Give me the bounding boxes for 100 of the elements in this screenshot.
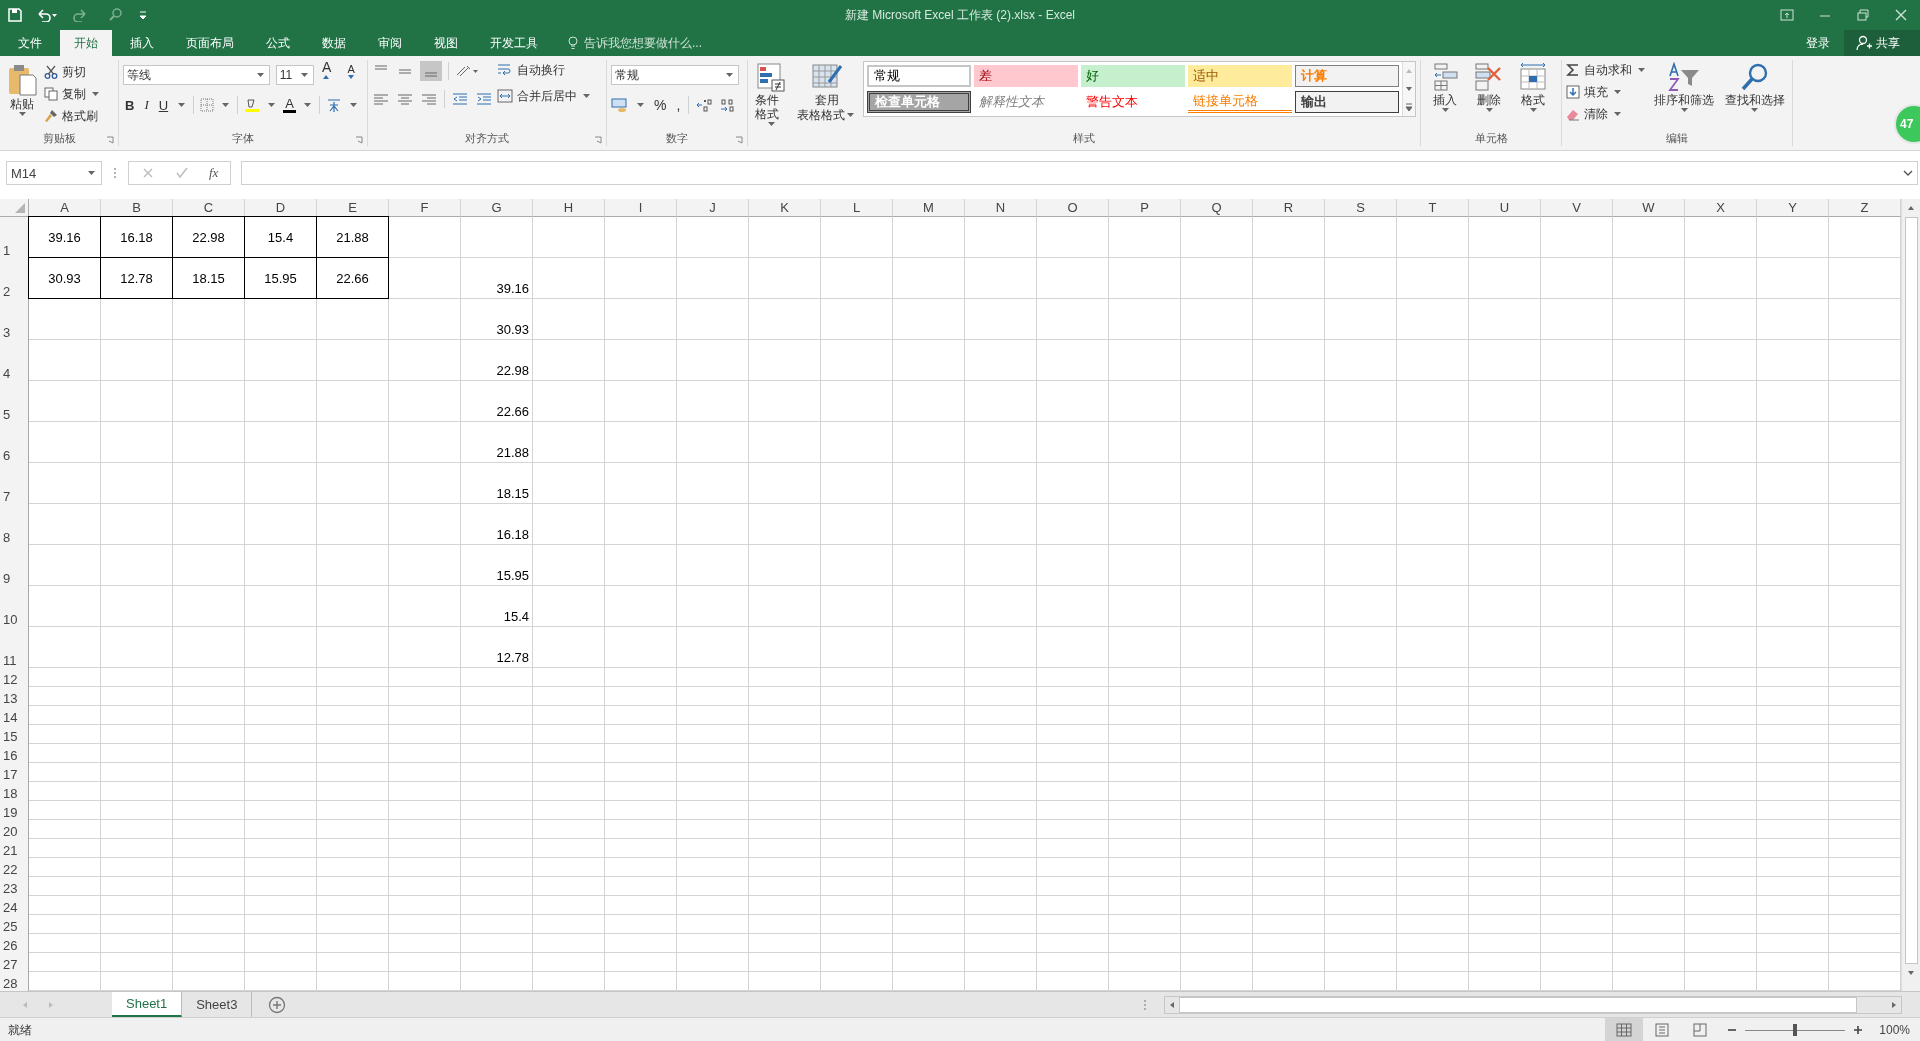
row-header[interactable]: 10	[0, 586, 29, 627]
tell-me-field[interactable]: 告诉我您想要做什么...	[582, 35, 746, 51]
column-header[interactable]: A	[29, 199, 101, 217]
insert-function-button[interactable]: fx	[209, 165, 219, 181]
column-header[interactable]: L	[821, 199, 893, 217]
conditional-formatting-button[interactable]: 条件格式	[752, 60, 790, 128]
dialog-launcher-icon[interactable]	[106, 136, 114, 144]
format-cells-button[interactable]: 格式	[1513, 60, 1553, 114]
paste-button[interactable]: 粘贴	[4, 60, 40, 118]
zoom-level[interactable]: 100%	[1871, 1023, 1920, 1037]
italic-button[interactable]: I	[142, 97, 151, 113]
row-header[interactable]: 1	[0, 217, 29, 258]
undo-icon[interactable]	[36, 8, 58, 22]
column-header[interactable]: M	[893, 199, 965, 217]
caret-icon[interactable]	[222, 103, 230, 107]
row-header[interactable]: 2	[0, 258, 29, 299]
cancel-icon[interactable]	[141, 166, 155, 180]
search-icon[interactable]	[108, 8, 124, 22]
column-header[interactable]: J	[677, 199, 749, 217]
ribbon-tab[interactable]: 开始	[60, 30, 112, 56]
borders-icon[interactable]	[200, 98, 215, 112]
share-button[interactable]: 共享	[1844, 30, 1920, 56]
dialog-launcher-icon[interactable]	[594, 136, 602, 144]
row-header[interactable]: 11	[0, 627, 29, 668]
horizontal-scrollbar[interactable]	[1164, 995, 1902, 1014]
column-header[interactable]: X	[1685, 199, 1757, 217]
column-header[interactable]: S	[1325, 199, 1397, 217]
ribbon-tab[interactable]: 视图	[420, 30, 472, 56]
bold-button[interactable]: B	[123, 97, 137, 113]
column-header[interactable]: G	[461, 199, 533, 217]
row-header[interactable]: 24	[0, 896, 29, 915]
column-header[interactable]: V	[1541, 199, 1613, 217]
column-header[interactable]: B	[101, 199, 173, 217]
column-header[interactable]: P	[1109, 199, 1181, 217]
row-header[interactable]: 22	[0, 858, 29, 877]
close-icon[interactable]	[1894, 9, 1908, 21]
column-header[interactable]: T	[1397, 199, 1469, 217]
cell-style-item[interactable]: 解释性文本	[974, 91, 1078, 113]
merge-center-button[interactable]: 合并后居中	[497, 86, 592, 106]
increase-decimal-icon[interactable]	[695, 97, 714, 113]
percent-button[interactable]: %	[652, 97, 669, 113]
column-header[interactable]: C	[173, 199, 245, 217]
ribbon-tab[interactable]: 页面布局	[172, 30, 248, 56]
row-header[interactable]: 9	[0, 545, 29, 586]
row-header[interactable]: 26	[0, 934, 29, 953]
enter-icon[interactable]	[175, 166, 189, 180]
dialog-launcher-icon[interactable]	[355, 136, 363, 144]
font-name-dropdown[interactable]: 等线	[123, 65, 270, 85]
format-painter-button[interactable]: 格式刷	[44, 106, 101, 126]
row-header[interactable]: 25	[0, 915, 29, 934]
find-select-button[interactable]: 查找和选择	[1721, 60, 1788, 114]
caret-icon[interactable]	[268, 103, 276, 107]
ribbon-tab[interactable]: 公式	[252, 30, 304, 56]
row-header[interactable]: 23	[0, 877, 29, 896]
row-header[interactable]: 12	[0, 668, 29, 687]
column-header[interactable]: Y	[1757, 199, 1829, 217]
sign-in-link[interactable]: 登录	[1792, 30, 1844, 56]
caret-icon[interactable]	[637, 103, 644, 107]
increase-indent-icon[interactable]	[475, 91, 493, 107]
row-header[interactable]: 5	[0, 381, 29, 422]
row-header[interactable]: 7	[0, 463, 29, 504]
column-header[interactable]: Q	[1181, 199, 1253, 217]
normal-view-button[interactable]	[1605, 1018, 1644, 1041]
column-header[interactable]: E	[317, 199, 389, 217]
row-header[interactable]: 17	[0, 763, 29, 782]
ribbon-display-icon[interactable]	[1780, 9, 1794, 21]
vertical-scrollbar[interactable]	[1901, 199, 1920, 991]
row-header[interactable]: 28	[0, 972, 29, 991]
row-header[interactable]: 3	[0, 299, 29, 340]
row-header[interactable]: 4	[0, 340, 29, 381]
cell-style-item[interactable]: 差	[974, 65, 1078, 87]
dialog-launcher-icon[interactable]	[735, 136, 743, 144]
insert-cells-button[interactable]: 插入	[1425, 60, 1465, 114]
orientation-icon[interactable]	[455, 63, 479, 79]
decrease-indent-icon[interactable]	[451, 91, 469, 107]
column-header[interactable]: U	[1469, 199, 1541, 217]
row-header[interactable]: 18	[0, 782, 29, 801]
column-header[interactable]: R	[1253, 199, 1325, 217]
cell-style-item[interactable]: 输出	[1295, 91, 1399, 113]
clear-button[interactable]: 清除	[1566, 104, 1647, 124]
caret-icon[interactable]	[178, 103, 186, 107]
cell-style-item[interactable]: 常规	[867, 65, 971, 87]
row-header[interactable]: 27	[0, 953, 29, 972]
sheet-tab[interactable]: Sheet1	[112, 992, 183, 1017]
row-header[interactable]: 13	[0, 687, 29, 706]
underline-button[interactable]: U	[156, 97, 171, 113]
cell-style-item[interactable]: 适中	[1188, 65, 1292, 87]
column-header[interactable]: Z	[1829, 199, 1901, 217]
column-header[interactable]: H	[533, 199, 605, 217]
column-header[interactable]: F	[389, 199, 461, 217]
row-header[interactable]: 21	[0, 839, 29, 858]
fill-button[interactable]: 填充	[1566, 82, 1647, 102]
cell-style-item[interactable]: 好	[1081, 65, 1185, 87]
copy-button[interactable]: 复制	[44, 84, 101, 104]
decrease-font-button[interactable]: A	[345, 63, 363, 87]
column-header[interactable]: O	[1037, 199, 1109, 217]
row-header[interactable]: 14	[0, 706, 29, 725]
ribbon-tab[interactable]: 插入	[116, 30, 168, 56]
column-header[interactable]: D	[245, 199, 317, 217]
row-header[interactable]: 20	[0, 820, 29, 839]
